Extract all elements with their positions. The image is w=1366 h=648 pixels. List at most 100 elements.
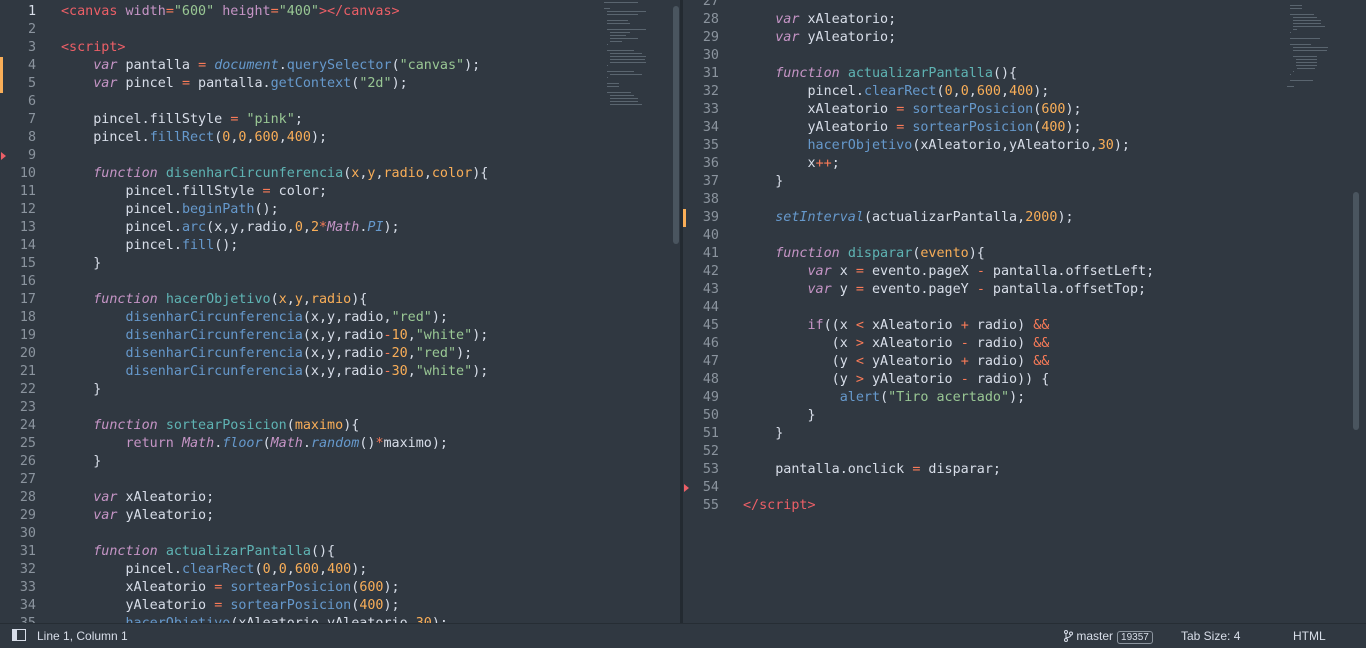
line-code[interactable]: var yAleatorio; (61, 507, 214, 525)
code-line[interactable]: 23 (0, 399, 680, 417)
git-branch[interactable]: master 19357 (1064, 629, 1153, 644)
line-code[interactable]: } (743, 407, 815, 425)
line-code[interactable]: function actualizarPantalla(){ (743, 65, 1017, 83)
code-line[interactable]: 33 xAleatorio = sortearPosicion(600); (0, 579, 680, 597)
code-line[interactable]: 21 disenharCircunferencia(x,y,radio-30,"… (0, 363, 680, 381)
code-line[interactable]: 11 pincel.fillStyle = color; (0, 183, 680, 201)
line-code[interactable]: pincel.clearRect(0,0,600,400); (743, 83, 1049, 101)
code-line[interactable]: 51 } (683, 425, 1366, 443)
tab-size[interactable]: Tab Size: 4 (1181, 629, 1240, 643)
code-line[interactable]: 35 hacerObjetivo(xAleatorio,yAleatorio,3… (683, 137, 1366, 155)
line-code[interactable]: disenharCircunferencia(x,y,radio-20,"red… (61, 345, 473, 363)
code-line[interactable]: 46 (x > xAleatorio - radio) && (683, 335, 1366, 353)
code-line[interactable]: 31 function actualizarPantalla(){ (0, 543, 680, 561)
code-line[interactable]: 28 var xAleatorio; (683, 11, 1366, 29)
line-code[interactable]: x++; (743, 155, 839, 173)
line-code[interactable]: hacerObjetivo(xAleatorio,yAleatorio,30); (743, 137, 1131, 155)
code-line[interactable]: 40 (683, 227, 1366, 245)
line-code[interactable]: var pincel = pantalla.getContext("2d"); (61, 75, 407, 93)
line-code[interactable]: function actualizarPantalla(){ (61, 543, 335, 561)
line-code[interactable]: pincel.arc(x,y,radio,0,2*Math.PI); (61, 219, 399, 237)
line-code[interactable]: xAleatorio = sortearPosicion(600); (743, 101, 1081, 119)
code-line[interactable]: 13 pincel.arc(x,y,radio,0,2*Math.PI); (0, 219, 680, 237)
code-area-right[interactable]: 27 28 var xAleatorio; 29 var yAleatorio; 30… (683, 0, 1366, 515)
code-line[interactable]: 43 var y = evento.pageY - pantalla.offse… (683, 281, 1366, 299)
code-line[interactable]: 6 (0, 93, 680, 111)
line-code[interactable]: yAleatorio = sortearPosicion(400); (61, 597, 399, 615)
code-line[interactable]: 33 xAleatorio = sortearPosicion(600); (683, 101, 1366, 119)
line-code[interactable]: function disenharCircunferencia(x,y,radi… (61, 165, 488, 183)
minimap-left[interactable] (604, 2, 658, 122)
line-code[interactable]: </script> (743, 497, 816, 515)
code-line[interactable]: 50 } (683, 407, 1366, 425)
line-code[interactable]: } (743, 173, 783, 191)
code-line[interactable]: 25 return Math.floor(Math.random()*maxim… (0, 435, 680, 453)
minimap-right[interactable] (1287, 2, 1341, 122)
code-line[interactable]: 34 yAleatorio = sortearPosicion(400); (0, 597, 680, 615)
line-code[interactable]: var y = evento.pageY - pantalla.offsetTo… (743, 281, 1147, 299)
code-line[interactable]: 5 var pincel = pantalla.getContext("2d")… (0, 75, 680, 93)
code-line[interactable]: 16 (0, 273, 680, 291)
line-code[interactable]: disenharCircunferencia(x,y,radio-10,"whi… (61, 327, 489, 345)
line-code[interactable]: } (61, 255, 101, 273)
code-line[interactable]: 29 var yAleatorio; (0, 507, 680, 525)
editor-pane-left[interactable]: 1 <canvas width="600" height="400"></canv… (0, 0, 680, 623)
code-line[interactable]: 27 (0, 471, 680, 489)
code-line[interactable]: 36 x++; (683, 155, 1366, 173)
code-line[interactable]: 32 pincel.clearRect(0,0,600,400); (683, 83, 1366, 101)
code-line[interactable]: 35 hacerObjetivo(xAleatorio,yAleatorio,3… (0, 615, 680, 623)
line-code[interactable]: function sortearPosicion(maximo){ (61, 417, 359, 435)
code-line[interactable]: 52 (683, 443, 1366, 461)
line-code[interactable]: } (61, 453, 101, 471)
line-code[interactable]: alert("Tiro acertado"); (743, 389, 1025, 407)
line-code[interactable]: var yAleatorio; (743, 29, 896, 47)
line-code[interactable]: (x > xAleatorio - radio) && (743, 335, 1050, 353)
code-line[interactable]: 10 function disenharCircunferencia(x,y,r… (0, 165, 680, 183)
code-line[interactable]: 27 (683, 0, 1366, 11)
code-line[interactable]: 49 alert("Tiro acertado"); (683, 389, 1366, 407)
line-code[interactable]: <canvas width="600" height="400"></canva… (61, 3, 400, 21)
line-code[interactable]: xAleatorio = sortearPosicion(600); (61, 579, 399, 597)
code-line[interactable]: 26 } (0, 453, 680, 471)
code-line[interactable]: 18 disenharCircunferencia(x,y,radio,"red… (0, 309, 680, 327)
code-line[interactable]: 37 } (683, 173, 1366, 191)
line-code[interactable]: var x = evento.pageX - pantalla.offsetLe… (743, 263, 1155, 281)
code-line[interactable]: 2 (0, 21, 680, 39)
line-code[interactable]: disenharCircunferencia(x,y,radio,"red"); (61, 309, 449, 327)
cursor-position[interactable]: Line 1, Column 1 (37, 629, 128, 643)
code-line[interactable]: 30 (683, 47, 1366, 65)
code-line[interactable]: 24 function sortearPosicion(maximo){ (0, 417, 680, 435)
line-code[interactable]: hacerObjetivo(xAleatorio,yAleatorio,30); (61, 615, 449, 623)
code-line[interactable]: 39 setInterval(actualizarPantalla,2000); (683, 209, 1366, 227)
code-line[interactable]: 15 } (0, 255, 680, 273)
line-code[interactable]: var pantalla = document.querySelector("c… (61, 57, 480, 75)
code-line[interactable]: 53 pantalla.onclick = disparar; (683, 461, 1366, 479)
code-line[interactable]: 54 (683, 479, 1366, 497)
code-line[interactable]: 22 } (0, 381, 680, 399)
panel-toggle-icon[interactable] (12, 629, 26, 644)
line-code[interactable]: pincel.clearRect(0,0,600,400); (61, 561, 367, 579)
scrollbar-left[interactable] (673, 6, 679, 244)
line-code[interactable]: function hacerObjetivo(x,y,radio){ (61, 291, 367, 309)
code-line[interactable]: 28 var xAleatorio; (0, 489, 680, 507)
code-line[interactable]: 12 pincel.beginPath(); (0, 201, 680, 219)
line-code[interactable]: setInterval(actualizarPantalla,2000); (743, 209, 1073, 227)
code-line[interactable]: 1 <canvas width="600" height="400"></canv… (0, 3, 680, 21)
line-code[interactable]: pincel.fillStyle = color; (61, 183, 327, 201)
line-code[interactable]: yAleatorio = sortearPosicion(400); (743, 119, 1081, 137)
code-line[interactable]: 34 yAleatorio = sortearPosicion(400); (683, 119, 1366, 137)
code-line[interactable]: 31 function actualizarPantalla(){ (683, 65, 1366, 83)
code-line[interactable]: 29 var yAleatorio; (683, 29, 1366, 47)
line-code[interactable]: disenharCircunferencia(x,y,radio-30,"whi… (61, 363, 489, 381)
code-line[interactable]: 32 pincel.clearRect(0,0,600,400); (0, 561, 680, 579)
code-line[interactable]: 47 (y < yAleatorio + radio) && (683, 353, 1366, 371)
code-line[interactable]: 9 (0, 147, 680, 165)
code-line[interactable]: 48 (y > yAleatorio - radio)) { (683, 371, 1366, 389)
line-code[interactable]: pincel.fill(); (61, 237, 238, 255)
code-line[interactable]: 3 <script> (0, 39, 680, 57)
line-code[interactable]: pincel.beginPath(); (61, 201, 278, 219)
code-line[interactable]: 42 var x = evento.pageX - pantalla.offse… (683, 263, 1366, 281)
editor-pane-right[interactable]: 27 28 var xAleatorio; 29 var yAleatorio; 30… (683, 0, 1366, 623)
line-code[interactable]: if((x < xAleatorio + radio) && (743, 317, 1050, 335)
code-line[interactable]: 7 pincel.fillStyle = "pink"; (0, 111, 680, 129)
